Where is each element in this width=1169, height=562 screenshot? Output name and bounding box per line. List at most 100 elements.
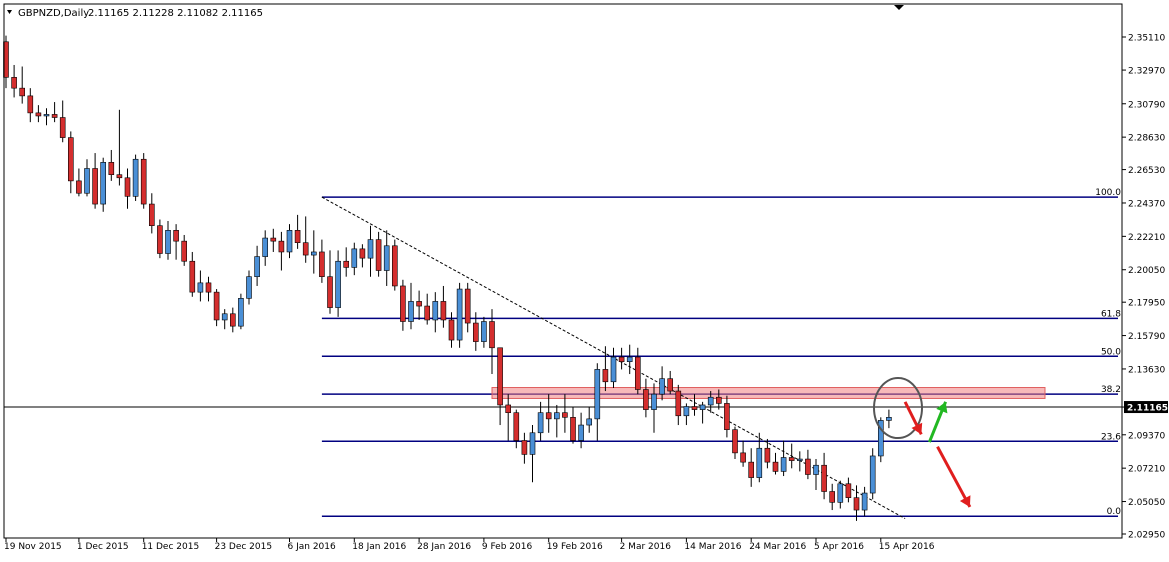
candle-body [84,168,90,194]
candle-body [19,87,26,97]
candle-body [821,464,827,492]
candle-body [634,356,641,390]
candle-body [197,282,204,293]
candle-body [724,403,730,430]
candle-body [805,458,811,475]
fib-level-label: 0.0 [1107,507,1122,517]
candle-body [11,77,17,89]
candle-body [400,285,406,322]
candle-body [643,389,649,410]
candle-body [707,396,714,406]
candle-body [715,396,722,404]
candle-body [578,424,584,441]
candle-body [124,177,131,197]
candle-body [667,378,674,392]
y-tick-label: 2.15790 [1128,332,1165,342]
candle-body [513,412,520,441]
candle-body [189,260,196,293]
candle-body [254,256,260,277]
candle-body [537,412,544,434]
candle-body [294,230,301,243]
candle-body [869,455,876,494]
candle-body [424,305,431,321]
candle-body [286,230,293,253]
price-chart: 100.0 61.8 50.0 38.2 23.6 0.0 2.35110 2.32970 2… [0,0,1169,558]
candle-body [456,288,463,341]
candle-body [481,321,487,342]
x-tick-label: 1 Dec 2015 [77,542,129,552]
candle-body [205,282,212,293]
resistance-zone-layer [491,387,1046,399]
current-price-label: 2.11165 [1127,404,1168,414]
candle-body [140,158,147,205]
candle-body [108,162,115,175]
candle-body [602,369,609,383]
candle-body [788,457,795,461]
candle-body [837,483,844,503]
candle-body [886,417,892,421]
candle-body [367,239,374,259]
candle-body [343,260,350,268]
candle [869,448,876,500]
y-tick-label: 2.28630 [1128,134,1165,144]
y-tick-label: 2.26530 [1128,166,1165,176]
fib-level-label: 50.0 [1101,347,1121,357]
candle-body [262,237,269,257]
candle-body [853,497,860,511]
y-tick-label: 2.35110 [1128,34,1165,44]
x-tick-label: 5 Apr 2016 [814,542,864,552]
candle-body [351,248,358,268]
candle-body [359,248,366,259]
candle-body [100,162,106,205]
candle-body [610,356,617,383]
candle-body [553,412,560,420]
candle-body [319,251,325,277]
fib-level-label: 61.8 [1101,309,1121,319]
candle-body [230,313,236,327]
candle-body [505,404,512,413]
candle-body [59,117,66,138]
candle-body [157,225,163,254]
candle-body [246,276,252,299]
candle-body [278,240,285,253]
candle-body [829,491,836,503]
candle-body [813,464,819,475]
candle-body [116,174,123,179]
candle [456,282,463,348]
candle-body [335,260,341,308]
candle-body [562,412,568,418]
candle-body [27,95,34,114]
x-tick-label: 6 Jan 2016 [288,542,336,552]
candle-body [173,230,179,242]
candle-body [213,291,220,321]
candle [391,239,398,291]
candle-body [626,356,633,362]
candle-body [51,114,58,118]
x-tick-label: 19 Nov 2015 [4,542,62,552]
candle-body [448,319,455,341]
chart-container: 100.0 61.8 50.0 38.2 23.6 0.0 2.35110 2.32970 2… [0,0,1169,558]
candle-body [570,417,576,441]
candle-body [651,393,657,410]
resistance-zone [491,387,1046,399]
candle-body [796,458,803,461]
y-tick-label: 2.13630 [1128,365,1165,375]
candle [140,153,147,209]
candle [238,293,244,330]
ohlc-readout: 2.11165 2.11228 2.11082 2.11165 [88,8,263,19]
y-tick-label: 2.07210 [1128,465,1165,475]
x-tick-label: 14 Mar 2016 [684,542,741,552]
candle-body [416,301,422,307]
symbol-label: GBPNZD,Daily [18,8,89,19]
candle-body [699,404,706,410]
y-tick-label: 2.22210 [1128,233,1165,243]
candle-body [845,483,852,498]
x-tick-label: 2 Mar 2016 [620,542,672,552]
candle-body [302,242,309,256]
candle-body [270,237,277,242]
candle-body [432,301,439,321]
fib-level-label: 38.2 [1101,385,1121,395]
candle-body [529,432,536,455]
x-tick-label: 18 Jan 2016 [352,542,406,552]
y-tick-label: 2.05050 [1128,498,1165,508]
